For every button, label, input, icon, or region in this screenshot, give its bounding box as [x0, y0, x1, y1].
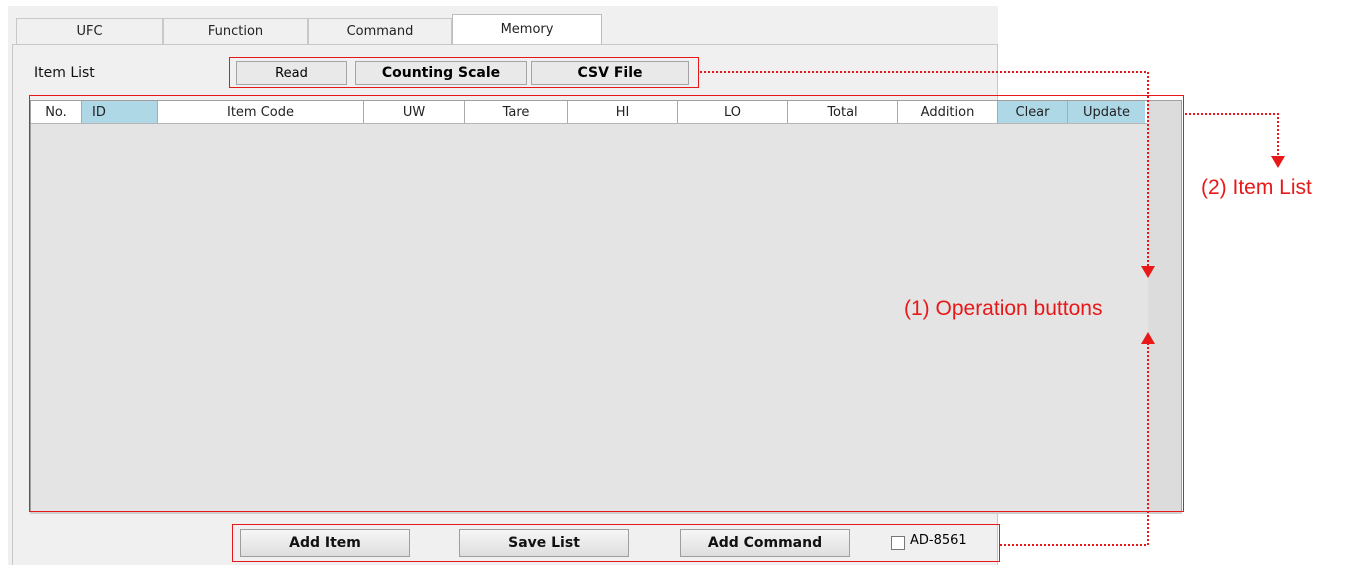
annotation-item-list: (2) Item List [1201, 176, 1312, 199]
tab-label: Memory [500, 22, 554, 37]
tab-memory[interactable]: Memory [452, 14, 602, 44]
annotation-arrows [700, 71, 1285, 546]
arrow-down-item-list [1271, 156, 1285, 168]
arrow-down-operation [1141, 266, 1155, 278]
annotation-operation-buttons: (1) Operation buttons [904, 297, 1103, 320]
arrow-up-operation [1141, 332, 1155, 344]
